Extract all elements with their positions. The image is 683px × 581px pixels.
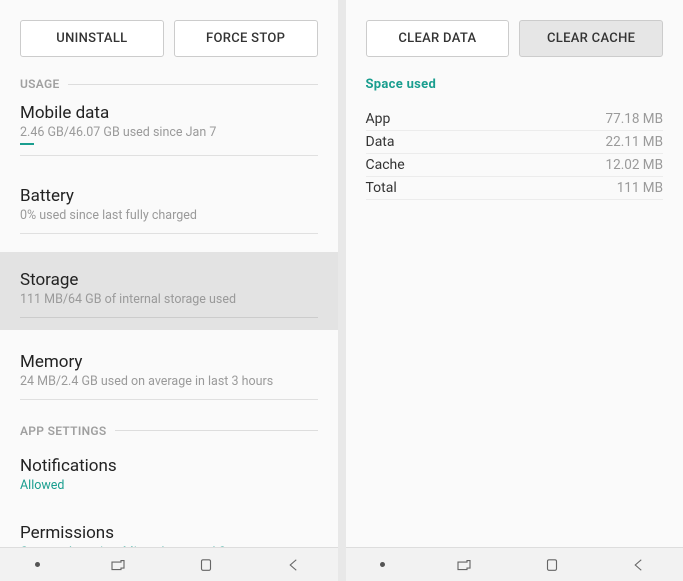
- table-row-cache: Cache 12.02 MB: [366, 154, 664, 177]
- nav-dot: [380, 562, 385, 567]
- usage-header: USAGE: [0, 77, 338, 91]
- storage-item[interactable]: Storage 111 MB/64 GB of internal storage…: [0, 252, 338, 330]
- table-row-data: Data 22.11 MB: [366, 131, 664, 154]
- notifications-item[interactable]: Notifications Allowed: [0, 438, 338, 501]
- item-divider: [20, 317, 318, 318]
- usage-label: USAGE: [20, 77, 60, 91]
- force-stop-button[interactable]: FORCE STOP: [174, 20, 318, 57]
- memory-subtitle: 24 MB/2.4 GB used on average in last 3 h…: [20, 374, 318, 389]
- memory-item[interactable]: Memory 24 MB/2.4 GB used on average in l…: [0, 340, 338, 408]
- row-value: 22.11 MB: [606, 134, 663, 150]
- storage-breakdown: App 77.18 MB Data 22.11 MB Cache 12.02 M…: [346, 102, 683, 200]
- battery-subtitle: 0% used since last fully charged: [20, 208, 318, 223]
- app-info-screen: UNINSTALL FORCE STOP USAGE Mobile data 2…: [0, 0, 338, 581]
- navigation-bar: [346, 547, 683, 581]
- header-divider: [68, 84, 318, 85]
- back-icon[interactable]: [285, 556, 303, 574]
- table-row-total: Total 111 MB: [366, 177, 664, 200]
- storage-subtitle: 111 MB/64 GB of internal storage used: [20, 292, 318, 307]
- back-icon[interactable]: [630, 556, 648, 574]
- navigation-bar: [0, 547, 338, 581]
- row-value: 12.02 MB: [606, 157, 663, 173]
- notifications-subtitle: Allowed: [20, 478, 318, 493]
- app-settings-header: APP SETTINGS: [0, 424, 338, 438]
- battery-item[interactable]: Battery 0% used since last fully charged: [0, 174, 338, 242]
- item-divider: [20, 155, 318, 156]
- action-buttons: CLEAR DATA CLEAR CACHE: [346, 0, 683, 71]
- home-icon[interactable]: [197, 556, 215, 574]
- mobile-data-item[interactable]: Mobile data 2.46 GB/46.07 GB used since …: [0, 91, 338, 164]
- table-row-app: App 77.18 MB: [366, 108, 664, 131]
- clear-data-button[interactable]: CLEAR DATA: [366, 20, 510, 57]
- permissions-title: Permissions: [20, 523, 318, 543]
- mobile-data-progress: [20, 143, 34, 145]
- space-used-header: Space used: [346, 77, 683, 92]
- memory-title: Memory: [20, 352, 318, 372]
- uninstall-button[interactable]: UNINSTALL: [20, 20, 164, 57]
- storage-detail-screen: CLEAR DATA CLEAR CACHE Space used App 77…: [346, 0, 683, 581]
- item-divider: [20, 399, 318, 400]
- battery-title: Battery: [20, 186, 318, 206]
- row-value: 111 MB: [617, 180, 663, 196]
- header-divider: [115, 430, 318, 431]
- action-buttons: UNINSTALL FORCE STOP: [0, 0, 338, 71]
- mobile-data-title: Mobile data: [20, 103, 318, 123]
- row-label: Data: [366, 134, 395, 150]
- recent-apps-icon[interactable]: [109, 556, 127, 574]
- app-settings-label: APP SETTINGS: [20, 424, 107, 438]
- row-label: App: [366, 111, 391, 127]
- row-label: Total: [366, 180, 397, 196]
- storage-title: Storage: [20, 270, 318, 290]
- row-label: Cache: [366, 157, 405, 173]
- home-icon[interactable]: [543, 556, 561, 574]
- item-divider: [20, 233, 318, 234]
- space-used-label: Space used: [366, 77, 437, 92]
- notifications-title: Notifications: [20, 456, 318, 476]
- nav-dot: [35, 562, 40, 567]
- recent-apps-icon[interactable]: [455, 556, 473, 574]
- clear-cache-button[interactable]: CLEAR CACHE: [519, 20, 663, 57]
- mobile-data-subtitle: 2.46 GB/46.07 GB used since Jan 7: [20, 125, 318, 140]
- row-value: 77.18 MB: [606, 111, 663, 127]
